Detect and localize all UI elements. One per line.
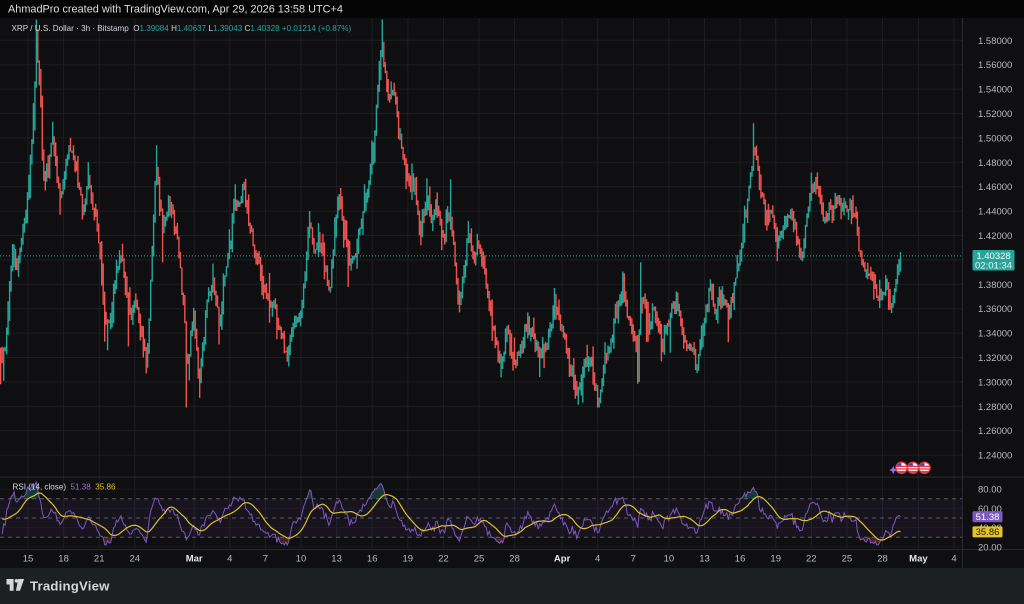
svg-text:Mar: Mar — [186, 554, 203, 565]
svg-text:1.34000: 1.34000 — [978, 329, 1012, 340]
svg-text:XRP / U.S. Dollar · 3h · Bitst: XRP / U.S. Dollar · 3h · Bitstamp O1.390… — [12, 24, 352, 33]
svg-text:1.52000: 1.52000 — [978, 109, 1012, 120]
svg-text:13: 13 — [699, 554, 710, 565]
svg-text:1.36000: 1.36000 — [978, 304, 1012, 315]
svg-text:35.86: 35.86 — [976, 527, 1000, 538]
svg-text:1.42000: 1.42000 — [978, 231, 1012, 242]
svg-text:1.48000: 1.48000 — [978, 158, 1012, 169]
svg-text:1.58000: 1.58000 — [978, 36, 1012, 47]
svg-text:7: 7 — [263, 554, 268, 565]
svg-text:AhmadPro created with TradingV: AhmadPro created with TradingView.com, A… — [8, 4, 343, 16]
svg-text:RSI (14, close) 51.38 35.86: RSI (14, close) 51.38 35.86 — [13, 483, 117, 492]
svg-text:1.30000: 1.30000 — [978, 377, 1012, 388]
svg-text:25: 25 — [474, 554, 485, 565]
svg-text:1.56000: 1.56000 — [978, 60, 1012, 71]
svg-text:80.00: 80.00 — [978, 485, 1002, 496]
svg-text:28: 28 — [877, 554, 888, 565]
svg-text:1.28000: 1.28000 — [978, 402, 1012, 413]
svg-text:28: 28 — [509, 554, 520, 565]
svg-text:20.00: 20.00 — [978, 542, 1002, 553]
svg-text:1.50000: 1.50000 — [978, 133, 1012, 144]
svg-text:25: 25 — [842, 554, 853, 565]
svg-text:21: 21 — [94, 554, 105, 565]
svg-text:16: 16 — [367, 554, 378, 565]
svg-text:Apr: Apr — [554, 554, 571, 565]
svg-text:02:01:34: 02:01:34 — [975, 260, 1012, 271]
svg-text:1.26000: 1.26000 — [978, 426, 1012, 437]
svg-text:4: 4 — [227, 554, 232, 565]
svg-text:10: 10 — [664, 554, 675, 565]
svg-text:51.38: 51.38 — [976, 512, 1000, 523]
svg-text:15: 15 — [23, 554, 34, 565]
svg-text:1.44000: 1.44000 — [978, 207, 1012, 218]
svg-text:1.46000: 1.46000 — [978, 182, 1012, 193]
svg-text:16: 16 — [735, 554, 746, 565]
svg-text:1.38000: 1.38000 — [978, 280, 1012, 291]
svg-text:22: 22 — [806, 554, 817, 565]
svg-text:13: 13 — [331, 554, 342, 565]
svg-text:4: 4 — [951, 554, 956, 565]
svg-text:May: May — [909, 554, 928, 565]
svg-text:19: 19 — [770, 554, 781, 565]
svg-text:18: 18 — [58, 554, 69, 565]
svg-text:22: 22 — [438, 554, 449, 565]
svg-text:24: 24 — [130, 554, 141, 565]
svg-text:4: 4 — [595, 554, 600, 565]
svg-text:19: 19 — [403, 554, 414, 565]
svg-text:1.54000: 1.54000 — [978, 85, 1012, 96]
svg-text:1.24000: 1.24000 — [978, 451, 1012, 462]
svg-text:10: 10 — [296, 554, 307, 565]
svg-text:7: 7 — [631, 554, 636, 565]
svg-text:1.32000: 1.32000 — [978, 353, 1012, 364]
svg-text:TradingView: TradingView — [30, 579, 110, 594]
